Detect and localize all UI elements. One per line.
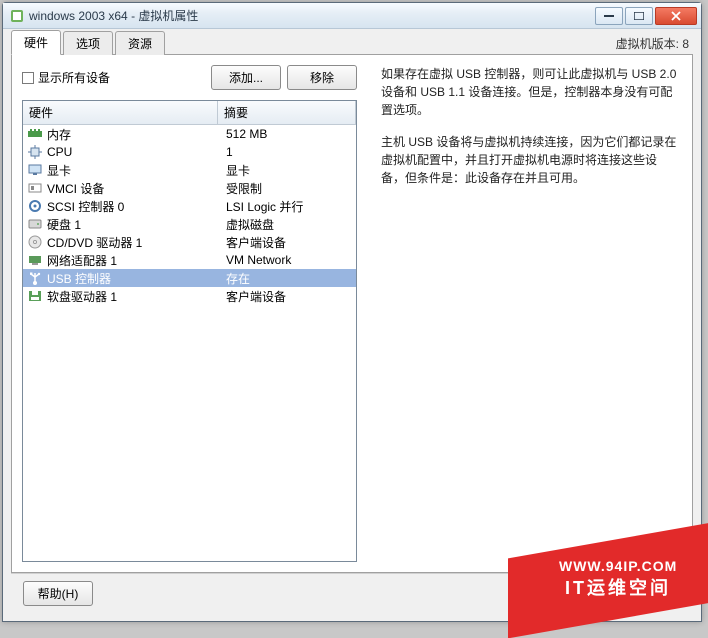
watermark-text: IT运维空间	[565, 574, 671, 600]
add-button[interactable]: 添加...	[211, 65, 281, 90]
hardware-summary: 显卡	[220, 162, 354, 179]
table-row[interactable]: 网络适配器 1VM Network	[23, 251, 356, 269]
hardware-summary: 1	[220, 145, 354, 159]
vm-version-label: 虚拟机版本: 8	[616, 35, 693, 54]
detail-pane: 如果存在虚拟 USB 控制器，则可让此虚拟机与 USB 2.0 设备和 USB …	[367, 55, 692, 572]
hardware-summary: 虚拟磁盘	[220, 216, 354, 233]
hardware-name: USB 控制器	[45, 270, 220, 287]
hardware-summary: VM Network	[220, 253, 354, 267]
hardware-name: CPU	[45, 145, 220, 159]
checkbox-icon	[22, 72, 34, 84]
tab-hardware[interactable]: 硬件	[11, 30, 61, 55]
memory-icon	[25, 129, 45, 139]
disk-icon	[25, 218, 45, 230]
table-row[interactable]: 内存512 MB	[23, 125, 356, 143]
table-row[interactable]: CPU1	[23, 143, 356, 161]
table-row[interactable]: 软盘驱动器 1客户端设备	[23, 287, 356, 305]
nic-icon	[25, 254, 45, 266]
show-all-devices-checkbox[interactable]: 显示所有设备	[22, 69, 205, 86]
cpu-icon	[25, 145, 45, 159]
col-summary[interactable]: 摘要	[218, 101, 356, 124]
hardware-name: 显卡	[45, 162, 220, 179]
hardware-name: CD/DVD 驱动器 1	[45, 234, 220, 251]
maximize-button[interactable]	[625, 7, 653, 25]
hardware-name: 网络适配器 1	[45, 252, 220, 269]
table-row[interactable]: SCSI 控制器 0LSI Logic 并行	[23, 197, 356, 215]
show-all-devices-label: 显示所有设备	[38, 69, 110, 86]
cd-icon	[25, 235, 45, 249]
hardware-summary: 存在	[220, 270, 354, 287]
vmci-icon	[25, 182, 45, 194]
list-header: 硬件 摘要	[23, 101, 356, 125]
hardware-controls: 显示所有设备 添加... 移除	[22, 65, 357, 90]
hardware-summary: LSI Logic 并行	[220, 198, 354, 215]
watermark-url: WWW.94IP.COM	[559, 558, 677, 574]
tab-options[interactable]: 选项	[63, 31, 113, 55]
window-title: windows 2003 x64 - 虚拟机属性	[29, 7, 595, 24]
detail-paragraph-2: 主机 USB 设备将与虚拟机持续连接，因为它们都记录在虚拟机配置中，并且打开虚拟…	[381, 133, 678, 187]
tab-strip: 硬件 选项 资源 虚拟机版本: 8	[11, 33, 693, 55]
col-hardware[interactable]: 硬件	[23, 101, 218, 124]
table-row[interactable]: 硬盘 1虚拟磁盘	[23, 215, 356, 233]
hardware-summary: 客户端设备	[220, 288, 354, 305]
usb-icon	[25, 271, 45, 285]
vm-properties-window: windows 2003 x64 - 虚拟机属性 硬件 选项 资源 虚拟机版本:…	[2, 2, 702, 622]
app-icon	[9, 8, 25, 24]
table-row[interactable]: USB 控制器存在	[23, 269, 356, 287]
minimize-button[interactable]	[595, 7, 623, 25]
tab-panel: 显示所有设备 添加... 移除 硬件 摘要 内存512 MBCPU1显卡显卡VM…	[11, 55, 693, 573]
tab-resources[interactable]: 资源	[115, 31, 165, 55]
hardware-pane: 显示所有设备 添加... 移除 硬件 摘要 内存512 MBCPU1显卡显卡VM…	[12, 55, 367, 572]
hardware-summary: 受限制	[220, 180, 354, 197]
hardware-name: VMCI 设备	[45, 180, 220, 197]
content-area: 硬件 选项 资源 虚拟机版本: 8 显示所有设备 添加... 移除 硬件	[3, 29, 701, 621]
hardware-list: 硬件 摘要 内存512 MBCPU1显卡显卡VMCI 设备受限制SCSI 控制器…	[22, 100, 357, 562]
hardware-name: SCSI 控制器 0	[45, 198, 220, 215]
video-icon	[25, 164, 45, 176]
remove-button[interactable]: 移除	[287, 65, 357, 90]
close-button[interactable]	[655, 7, 697, 25]
scsi-icon	[25, 199, 45, 213]
list-body: 内存512 MBCPU1显卡显卡VMCI 设备受限制SCSI 控制器 0LSI …	[23, 125, 356, 305]
hardware-name: 内存	[45, 126, 220, 143]
hardware-name: 硬盘 1	[45, 216, 220, 233]
hardware-summary: 客户端设备	[220, 234, 354, 251]
table-row[interactable]: 显卡显卡	[23, 161, 356, 179]
titlebar: windows 2003 x64 - 虚拟机属性	[3, 3, 701, 29]
floppy-icon	[25, 290, 45, 302]
detail-paragraph-1: 如果存在虚拟 USB 控制器，则可让此虚拟机与 USB 2.0 设备和 USB …	[381, 65, 678, 119]
hardware-summary: 512 MB	[220, 127, 354, 141]
hardware-name: 软盘驱动器 1	[45, 288, 220, 305]
table-row[interactable]: CD/DVD 驱动器 1客户端设备	[23, 233, 356, 251]
help-button[interactable]: 帮助(H)	[23, 581, 93, 606]
window-buttons	[595, 7, 697, 25]
table-row[interactable]: VMCI 设备受限制	[23, 179, 356, 197]
